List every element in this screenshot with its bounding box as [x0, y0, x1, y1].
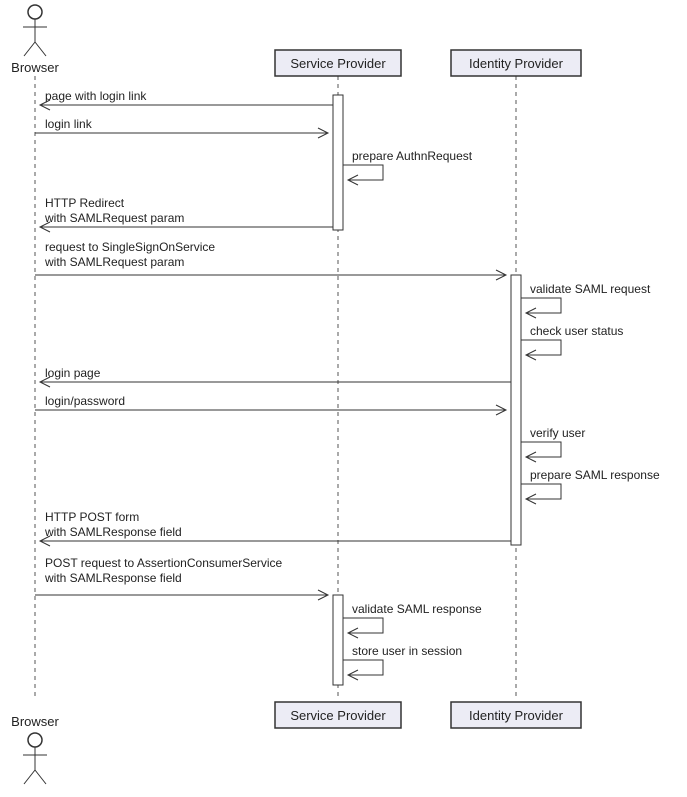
participant-idp-label-top: Identity Provider — [469, 56, 564, 71]
msg-m3 — [343, 165, 383, 180]
saml-sequence-diagram: Browser Service Provider Identity Provid… — [0, 0, 687, 797]
msg-m14 — [343, 618, 383, 633]
activation-sp-2 — [333, 595, 343, 685]
msg-m10-label: verify user — [530, 426, 585, 440]
msg-m2-label: login link — [45, 117, 93, 131]
msg-m4b-label: with SAMLRequest param — [44, 211, 184, 225]
msg-m15-label: store user in session — [352, 644, 462, 658]
participant-sp-label-top: Service Provider — [290, 56, 386, 71]
activation-idp-1 — [511, 275, 521, 545]
msg-m7-label: check user status — [530, 324, 623, 338]
msg-m9-label: login/password — [45, 394, 125, 408]
msg-m3-label: prepare AuthnRequest — [352, 149, 473, 163]
actor-browser-bottom: Browser — [11, 714, 59, 784]
msg-m11-label: prepare SAML response — [530, 468, 660, 482]
msg-m12b-label: with SAMLResponse field — [44, 525, 182, 539]
msg-m13a-label: POST request to AssertionConsumerService — [45, 556, 283, 570]
msg-m12a-label: HTTP POST form — [45, 510, 139, 524]
msg-m15 — [343, 660, 383, 675]
msg-m14-label: validate SAML response — [352, 602, 482, 616]
msg-m6 — [521, 298, 561, 313]
activation-sp-1 — [333, 95, 343, 230]
participant-sp-label-bottom: Service Provider — [290, 708, 386, 723]
actor-browser-label-bottom: Browser — [11, 714, 59, 729]
msg-m13b-label: with SAMLResponse field — [44, 571, 182, 585]
msg-m11 — [521, 484, 561, 499]
actor-browser-label-top: Browser — [11, 60, 59, 75]
msg-m5b-label: with SAMLRequest param — [44, 255, 184, 269]
msg-m5a-label: request to SingleSignOnService — [45, 240, 215, 254]
msg-m4a-label: HTTP Redirect — [45, 196, 125, 210]
msg-m8-label: login page — [45, 366, 101, 380]
msg-m6-label: validate SAML request — [530, 282, 651, 296]
msg-m7 — [521, 340, 561, 355]
msg-m1-label: page with login link — [45, 89, 147, 103]
participant-idp-label-bottom: Identity Provider — [469, 708, 564, 723]
msg-m10 — [521, 442, 561, 457]
actor-browser-top: Browser — [11, 5, 59, 75]
